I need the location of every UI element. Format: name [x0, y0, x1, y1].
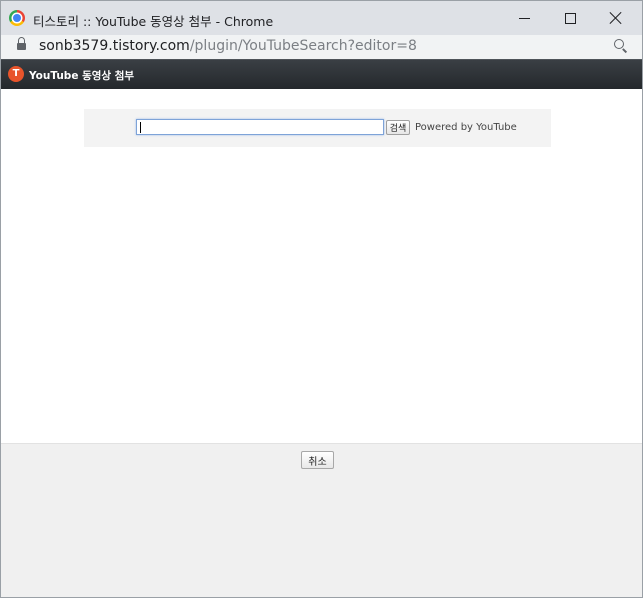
chrome-logo-icon	[9, 10, 25, 26]
tistory-logo-icon: T	[8, 66, 24, 82]
search-input[interactable]	[136, 119, 384, 135]
minimize-button[interactable]	[501, 1, 547, 35]
search-button[interactable]: 검색	[386, 120, 410, 135]
zoom-handle	[622, 48, 628, 53]
url-path: /plugin/YouTubeSearch?editor=8	[189, 38, 417, 54]
lock-body	[17, 43, 26, 50]
address-bar: sonb3579.tistory.com/plugin/YouTubeSearc…	[1, 35, 642, 59]
content-area: 검색 Powered by YouTube	[1, 89, 642, 443]
cancel-button[interactable]: 취소	[301, 451, 334, 469]
title-bar[interactable]: 티스토리 :: YouTube 동영상 첨부 - Chrome	[1, 1, 642, 35]
maximize-icon	[564, 12, 576, 24]
maximize-button[interactable]	[547, 1, 593, 35]
popup-window: 티스토리 :: YouTube 동영상 첨부 - Chrome sonb3579…	[0, 0, 643, 598]
text-caret	[140, 122, 141, 133]
powered-by-label: Powered by YouTube	[415, 122, 517, 133]
plugin-title: YouTube 동영상 첨부	[29, 70, 135, 82]
window-title: 티스토리 :: YouTube 동영상 첨부 - Chrome	[33, 14, 274, 29]
zoom-icon[interactable]	[614, 39, 628, 53]
url-text[interactable]: sonb3579.tistory.com/plugin/YouTubeSearc…	[39, 38, 417, 54]
close-icon	[609, 11, 623, 25]
url-host: sonb3579.tistory.com	[39, 38, 190, 54]
minimize-icon	[518, 17, 530, 19]
lock-icon[interactable]	[17, 37, 26, 50]
footer-divider	[1, 443, 642, 444]
search-bar: 검색 Powered by YouTube	[84, 109, 551, 147]
close-button[interactable]	[593, 1, 639, 35]
plugin-header: T YouTube 동영상 첨부	[1, 59, 642, 89]
